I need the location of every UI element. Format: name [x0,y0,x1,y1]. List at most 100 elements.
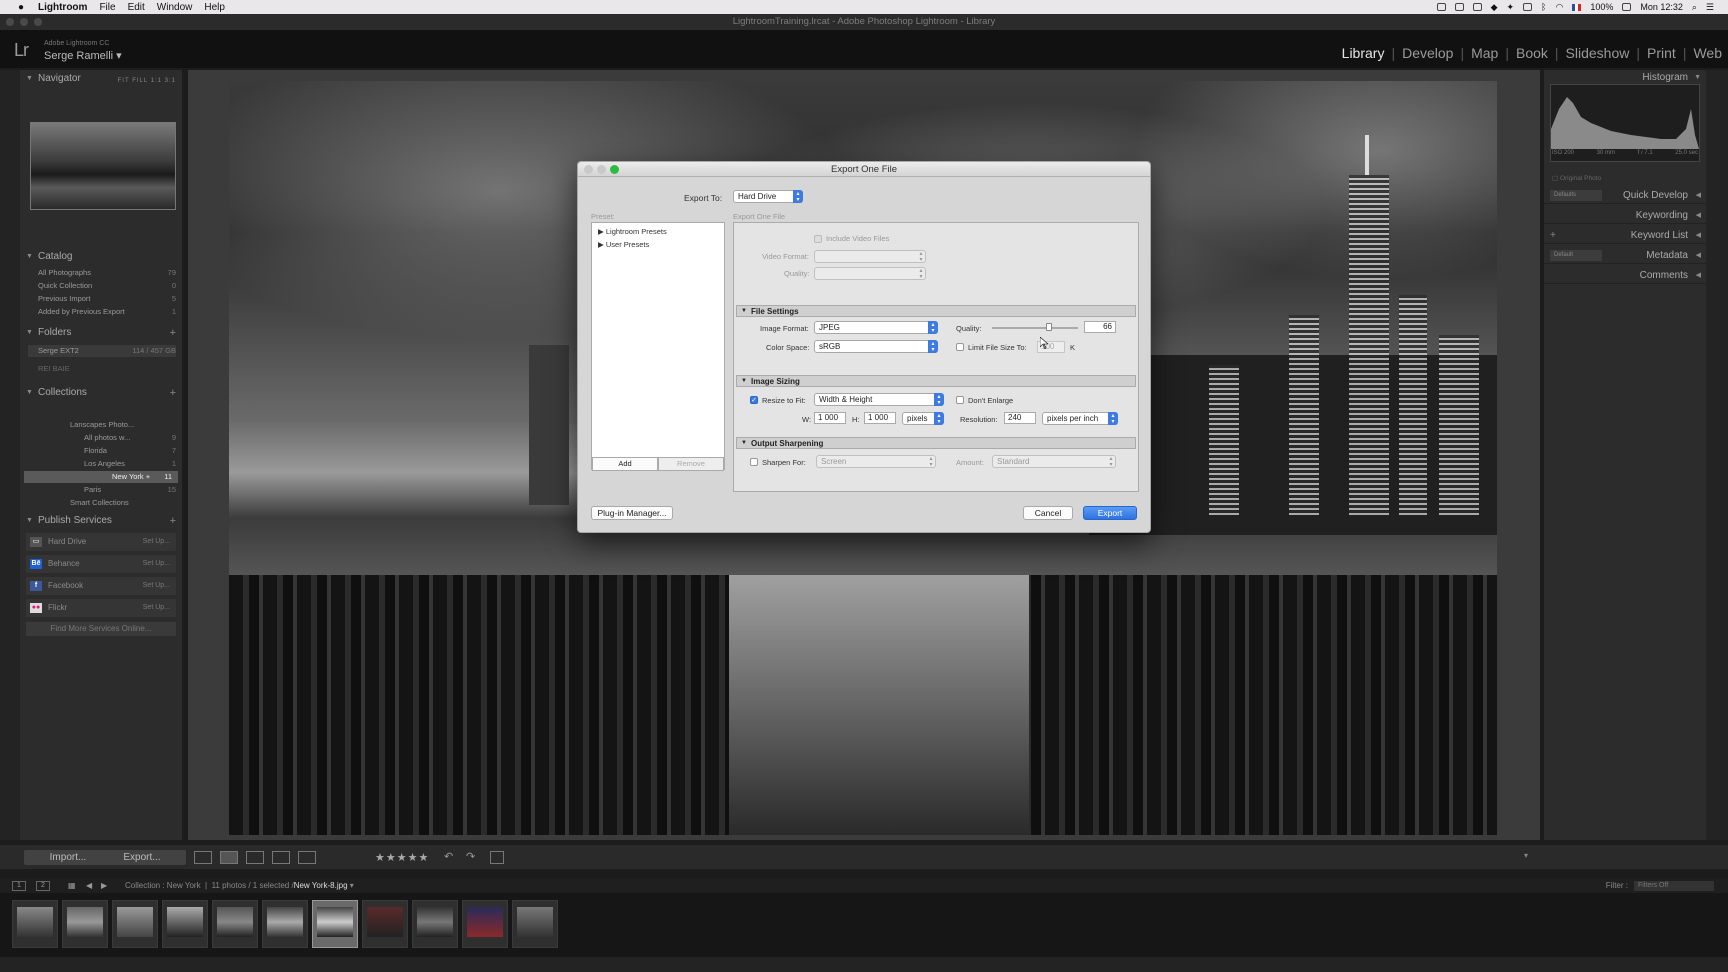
window-1-icon[interactable]: 1 [12,881,26,891]
filmstrip-thumb[interactable] [412,900,458,948]
filmstrip-thumb-selected[interactable] [312,900,358,948]
loupe-view-icon[interactable] [220,851,238,864]
filmstrip-thumb[interactable] [62,900,108,948]
keywording-header[interactable]: Keywording ◀ [1544,208,1706,224]
dont-enlarge-checkbox[interactable] [956,396,964,404]
catalog-item[interactable]: All Photographs 79 [38,267,176,279]
quick-develop-preset[interactable]: Defaults [1550,190,1602,201]
sharpen-for-select[interactable]: Screen ▴ ▾ [816,455,936,468]
quality-slider[interactable] [992,327,1078,329]
cancel-button[interactable]: Cancel [1023,506,1073,520]
filmstrip-thumb[interactable] [212,900,258,948]
color-space-select[interactable]: sRGB ▴ ▾ [814,340,938,353]
compare-view-icon[interactable] [246,851,264,864]
airplay-icon[interactable] [1523,3,1533,11]
add-folder-icon[interactable]: + [170,326,176,340]
catalog-item[interactable]: Quick Collection 0 [38,280,176,292]
menu-edit[interactable]: Edit [128,2,145,13]
survey-view-icon[interactable] [272,851,290,864]
module-map[interactable]: Map [1471,45,1498,61]
module-slideshow[interactable]: Slideshow [1566,45,1630,61]
catalog-item[interactable]: Previous Import 5 [38,293,176,305]
resize-mode-select[interactable]: Width & Height ▴ ▾ [814,393,944,406]
rotate-right-icon[interactable]: ↷ [466,850,475,863]
keyword-list-header[interactable]: + Keyword List ◀ [1544,228,1706,244]
navigator-preview[interactable] [30,122,176,210]
dialog-minimize-icon[interactable] [597,165,606,174]
size-unit-select[interactable]: pixels ▴ ▾ [902,412,944,425]
module-library[interactable]: Library [1342,45,1385,61]
amount-select[interactable]: Standard ▴ ▾ [992,455,1116,468]
resolution-field[interactable]: 240 [1004,412,1036,424]
width-field[interactable]: 1 000 [814,412,846,424]
collection-item[interactable]: Florida 7 [38,445,176,457]
original-photo-toggle[interactable]: ▢ Original Photo [1552,174,1601,182]
dialog-zoom-icon[interactable] [610,165,619,174]
input-flag-icon[interactable] [1572,3,1582,11]
publish-flickr[interactable]: ●● Flickr Set Up... [26,599,176,617]
people-view-icon[interactable] [298,851,316,864]
dropbox-status-icon[interactable]: ✦ [1507,2,1515,13]
wifi-icon[interactable]: ◠ [1555,2,1563,13]
filmstrip-thumb[interactable] [162,900,208,948]
quality-field[interactable]: 66 [1084,321,1116,333]
collections-header[interactable]: ▼ Collections + [20,386,182,400]
toolbar-menu-icon[interactable]: ▾ [1524,851,1528,860]
drop-icon[interactable]: ◆ [1491,2,1498,13]
add-publish-icon[interactable]: + [170,514,176,528]
menu-app[interactable]: Lightroom [38,2,87,13]
publish-facebook[interactable]: f Facebook Set Up... [26,577,176,595]
crop-overlay-icon[interactable] [490,851,504,864]
bluetooth-icon[interactable]: ᛒ [1541,2,1546,12]
dialog-close-icon[interactable] [584,165,593,174]
module-print[interactable]: Print [1647,45,1676,61]
zoom-window-icon[interactable] [34,18,42,26]
navigator-header[interactable]: ▼ Navigator FIT FILL 1:1 3:1 [20,72,182,86]
module-book[interactable]: Book [1516,45,1548,61]
filter-select[interactable]: Filters Off [1634,881,1714,891]
filmstrip-thumb[interactable] [262,900,308,948]
limit-file-size-checkbox[interactable] [956,343,964,351]
image-sizing-header[interactable]: ▼ Image Sizing [736,375,1136,387]
window-2-icon[interactable]: 2 [36,881,50,891]
right-panel-toggle[interactable] [1706,70,1728,840]
comments-header[interactable]: Comments ◀ [1544,268,1706,284]
catalog-header[interactable]: ▼ Catalog [20,250,182,264]
metadata-preset[interactable]: Default [1550,250,1602,261]
module-web[interactable]: Web [1693,45,1722,61]
file-settings-header[interactable]: ▼ File Settings [736,305,1136,317]
video-format-select[interactable]: ▴ ▾ [814,250,926,263]
export-to-select[interactable]: Hard Drive ▴ ▾ [733,190,803,203]
folder-drive[interactable]: Serge EXT2 114 / 457 GB [28,345,176,357]
spotlight-icon[interactable]: ⌕ [1692,2,1697,13]
metadata-header[interactable]: Default Metadata ◀ [1544,248,1706,264]
back-nav-icon[interactable]: ◀ [86,879,92,893]
filmstrip-thumb[interactable] [112,900,158,948]
collection-item[interactable]: Los Angeles 1 [38,458,176,470]
filmstrip-source[interactable]: Collection : New York | 11 photos / 1 se… [125,879,354,893]
filmstrip-toggle[interactable] [0,957,1728,972]
publish-header[interactable]: ▼ Publish Services + [20,514,182,528]
minimize-window-icon[interactable] [20,18,28,26]
menu-window[interactable]: Window [157,2,193,13]
battery-icon[interactable] [1622,3,1632,11]
output-sharpening-header[interactable]: ▼ Output Sharpening [736,437,1136,449]
add-preset-button[interactable]: Add [592,457,658,471]
menu-file[interactable]: File [99,2,115,13]
catalog-item[interactable]: Added by Previous Export 1 [38,306,176,318]
menu-help[interactable]: Help [204,2,225,13]
filmstrip-thumb[interactable] [462,900,508,948]
quick-develop-header[interactable]: Defaults Quick Develop ◀ [1544,188,1706,204]
height-field[interactable]: 1 000 [864,412,896,424]
quality-slider-knob[interactable] [1045,323,1052,331]
plugin-manager-button[interactable]: Plug-in Manager... [591,506,673,520]
clock[interactable]: Mon 12:32 [1640,2,1683,12]
preset-lightroom[interactable]: ▶ Lightroom Presets [598,227,667,236]
folders-header[interactable]: ▼ Folders + [20,326,182,340]
collection-item[interactable]: Paris 15 [38,484,176,496]
identity-user[interactable]: Serge Ramelli ▾ [44,49,122,62]
resolution-unit-select[interactable]: pixels per inch ▴ ▾ [1042,412,1118,425]
image-format-select[interactable]: JPEG ▴ ▾ [814,321,938,334]
publish-behance[interactable]: Bē Behance Set Up... [26,555,176,573]
rating-stars[interactable]: ★★★★★ [375,851,429,864]
